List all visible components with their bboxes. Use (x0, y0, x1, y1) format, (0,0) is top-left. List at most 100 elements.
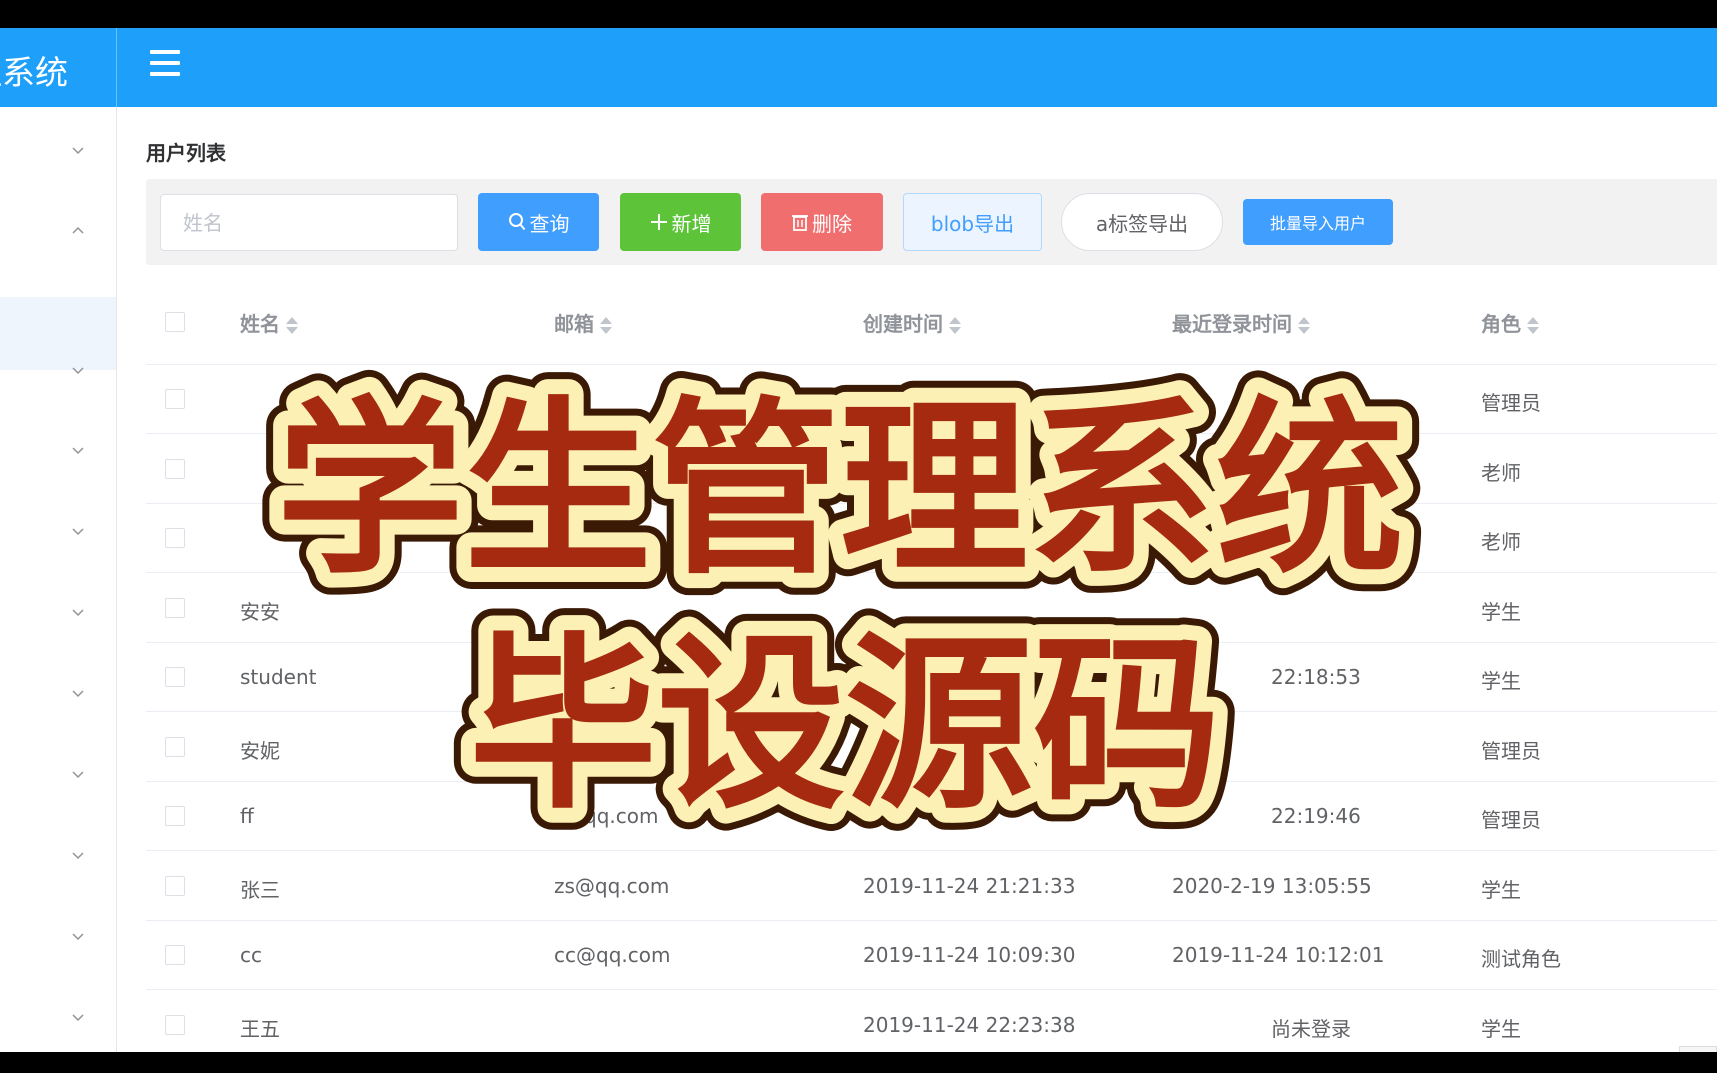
chevron-down-icon (72, 447, 84, 455)
cell-name: student (240, 665, 317, 689)
chevron-down-icon (72, 367, 84, 375)
blob-export-button[interactable]: blob导出 (903, 193, 1042, 251)
table-row[interactable]: student 22:18:53 学生 (146, 643, 1717, 712)
cell-last-login: 尚未登录 (1271, 1016, 1351, 1041)
cell-name: 张三 (240, 877, 280, 902)
chevron-down-icon (72, 1014, 84, 1022)
sidebar-menu-item[interactable] (0, 513, 116, 553)
sidebar-menu-item[interactable] (0, 918, 116, 958)
main-content: 用户列表 查询 新增 删除 blob导出 (117, 107, 1717, 1052)
sidebar-menu-item[interactable] (0, 432, 116, 472)
sidebar-menu-item[interactable] (0, 213, 116, 253)
row-checkbox[interactable] (165, 389, 185, 409)
hamburger-icon[interactable] (150, 50, 180, 82)
table-row[interactable]: 安妮 管理员 (146, 713, 1717, 782)
sort-icon[interactable] (286, 316, 298, 335)
letterbox-top (0, 0, 1717, 28)
page-title: 用户列表 (146, 141, 226, 165)
sidebar-menu-item[interactable] (0, 999, 116, 1039)
row-checkbox[interactable] (165, 458, 185, 479)
row-checkbox[interactable] (165, 945, 185, 965)
add-button[interactable]: 新增 (620, 193, 741, 251)
cell-name: 王五 (240, 1016, 280, 1041)
query-button[interactable]: 查询 (478, 193, 599, 251)
sidebar-menu-item[interactable] (0, 837, 116, 877)
row-checkbox[interactable] (165, 1014, 185, 1035)
batch-import-button[interactable]: 批量导入用户 (1243, 199, 1393, 245)
app-title: 理系统 (0, 53, 68, 92)
chevron-down-icon (72, 933, 84, 941)
sort-icon[interactable] (600, 316, 612, 335)
table-header: 姓名 邮箱 创建时间 最近登录时间 角色 (146, 279, 1717, 365)
chevron-down-icon (72, 147, 84, 155)
cell-name: cc (240, 943, 262, 967)
cell-role: 测试角色 (1481, 947, 1561, 971)
sort-icon[interactable] (1527, 316, 1539, 335)
cell-created: 2019-11-24 22:23:38 (863, 1012, 1076, 1037)
row-checkbox[interactable] (165, 597, 185, 618)
sort-icon[interactable] (949, 316, 961, 335)
sidebar-menu-item[interactable] (0, 132, 116, 172)
column-header-email[interactable]: 邮箱 (554, 308, 612, 337)
table-row[interactable]: 张三 zs@qq.com 2019-11-24 21:21:33 2020-2-19 … (146, 852, 1717, 921)
column-header-created[interactable]: 创建时间 (863, 308, 961, 337)
top-header: 理系统 (0, 28, 1717, 107)
query-label: 查询 (529, 211, 570, 236)
sidebar-menu-item[interactable] (0, 756, 116, 796)
sort-icon[interactable] (1298, 316, 1310, 335)
sidebar-menu-item[interactable] (0, 675, 116, 715)
table-row[interactable]: 老师 (146, 504, 1717, 573)
chevron-down-icon (72, 771, 84, 779)
name-search-input[interactable] (160, 194, 458, 251)
sidebar-menu-item[interactable] (0, 594, 116, 634)
cell-role: 学生 (1481, 877, 1521, 902)
cell-last-login: 22:19:46 (1271, 804, 1361, 828)
sidebar-menu-item[interactable] (0, 352, 116, 392)
cell-last-login: 2019-11-24 10:12:01 (1172, 943, 1385, 967)
plus-icon (650, 213, 668, 231)
cell-role: 学生 (1481, 599, 1521, 624)
row-checkbox[interactable] (165, 736, 185, 757)
atag-export-button[interactable]: a标签导出 (1061, 193, 1223, 251)
chevron-down-icon (72, 528, 84, 536)
cell-last-login: 22:18:53 (1271, 665, 1361, 689)
cell-created: 2019-11-24 21:21:33 (863, 873, 1076, 898)
cell-name: 安安 (240, 599, 280, 624)
table-row[interactable]: 管理员 (146, 365, 1717, 434)
cell-role: 管理员 (1481, 738, 1541, 763)
chevron-down-icon (72, 852, 84, 860)
table-row[interactable]: 安安 学生 (146, 574, 1717, 643)
cell-role: 老师 (1481, 530, 1521, 554)
trash-icon (792, 213, 808, 231)
column-header-role[interactable]: 角色 (1481, 308, 1539, 337)
logo-area: 理系统 (0, 28, 117, 107)
cell-role: 管理员 (1481, 391, 1541, 415)
add-label: 新增 (671, 211, 712, 236)
chevron-down-icon (72, 690, 84, 698)
cell-email: zs@qq.com (554, 873, 670, 898)
cell-created: 2019-11-24 10:09:30 (863, 943, 1076, 967)
table-row[interactable]: cc cc@qq.com 2019-11-24 10:09:30 2019-11-24… (146, 921, 1717, 990)
letterbox-bottom (0, 1052, 1717, 1073)
cell-role: 学生 (1481, 1016, 1521, 1041)
sidebar (0, 107, 117, 1052)
toolbar: 查询 新增 删除 blob导出 a标签导出 批量导入用户 (146, 179, 1717, 265)
cell-last-login: 2020-2-19 13:05:55 (1172, 873, 1372, 898)
table-row[interactable]: 王五 2019-11-24 22:23:38 尚未登录 学生 (146, 991, 1717, 1053)
row-checkbox[interactable] (165, 667, 185, 687)
delete-button[interactable]: 删除 (761, 193, 883, 251)
row-checkbox[interactable] (165, 875, 185, 896)
table-row[interactable]: ff @qq.com 22:19:46 管理员 (146, 782, 1717, 851)
search-icon (508, 212, 526, 232)
chevron-up-icon (72, 226, 84, 234)
cell-role: 老师 (1481, 460, 1521, 485)
row-checkbox[interactable] (165, 528, 185, 548)
column-header-name[interactable]: 姓名 (240, 308, 298, 337)
row-checkbox[interactable] (165, 806, 185, 826)
table-row[interactable]: 老师 (146, 435, 1717, 504)
column-header-last-login[interactable]: 最近登录时间 (1172, 308, 1310, 337)
select-all-checkbox[interactable] (165, 312, 185, 332)
chevron-down-icon (72, 609, 84, 617)
cell-role: 管理员 (1481, 808, 1541, 832)
cell-name: 安妮 (240, 738, 280, 763)
